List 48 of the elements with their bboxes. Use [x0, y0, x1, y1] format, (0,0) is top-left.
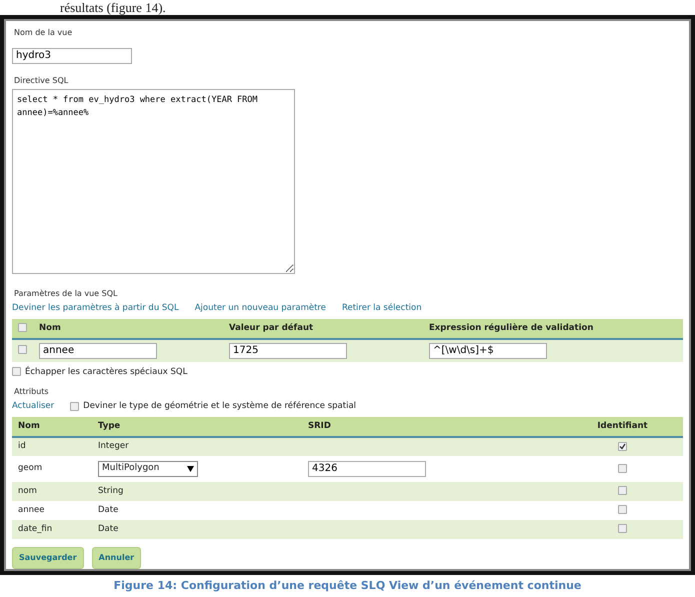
table-cell: Integer — [92, 436, 302, 456]
column-header: Identifiant — [562, 417, 683, 437]
link[interactable]: Deviner les paramètres à partir du SQL — [12, 302, 179, 315]
checkbox-label: Deviner le type de géométrie et le système de référence spatial — [83, 400, 356, 413]
table-cell: date_fin — [12, 520, 92, 539]
text-field[interactable]: 4326 — [308, 460, 426, 477]
checkbox[interactable] — [18, 322, 27, 332]
table-cell: id — [12, 436, 92, 456]
column-header: Nom — [12, 417, 92, 437]
type-dropdown[interactable]: MultiPolygon — [98, 460, 198, 477]
checkbox[interactable] — [618, 442, 627, 451]
checkbox[interactable] — [618, 464, 627, 473]
dropdown-arrow-icon — [187, 464, 194, 474]
checkbox[interactable] — [18, 345, 27, 354]
table-cell: String — [92, 482, 302, 501]
section-label: Paramètres de la vue SQL — [14, 288, 118, 300]
checkbox[interactable] — [618, 486, 627, 496]
checkbox[interactable] — [618, 524, 627, 534]
table-cell: Date — [92, 500, 302, 520]
checkbox[interactable] — [618, 505, 627, 514]
text-field[interactable]: 1725 — [229, 342, 347, 358]
text-field[interactable]: ^[\w\d\s]+$ — [429, 342, 547, 358]
table-cell: Date — [92, 520, 302, 539]
table-cell: nom — [12, 482, 92, 501]
dropdown-value: MultiPolygon — [102, 462, 160, 475]
checkbox[interactable] — [70, 402, 80, 412]
form-button[interactable]: Sauvegarder — [12, 546, 84, 569]
table-cell: annee — [12, 500, 92, 520]
field-label: Directive SQL — [14, 75, 70, 87]
section-label: Attributs — [14, 386, 50, 398]
column-header: SRID — [302, 417, 562, 437]
field-label: Nom de la vue — [14, 27, 74, 39]
checkbox[interactable] — [12, 367, 21, 376]
column-header: Valeur par défaut — [223, 318, 423, 338]
figure-caption: Figure 14: Configuration d’une requête SLQ View d’un événement continue — [112, 578, 582, 594]
refresh-link[interactable]: Actualiser — [12, 400, 54, 413]
document-text: résultats (figure 14). — [59, 0, 167, 15]
text-field[interactable]: hydro3 — [12, 48, 132, 64]
form-button[interactable]: Annuler — [92, 546, 142, 569]
text-field[interactable]: annee — [39, 342, 157, 358]
column-header: Expression régulière de validation — [423, 318, 683, 338]
table-cell: geom — [12, 456, 92, 482]
checkbox-label: Échapper les caractères spéciaux SQL — [25, 366, 188, 378]
column-header: Nom — [33, 318, 223, 338]
link[interactable]: Retirer la sélection — [342, 302, 422, 315]
link[interactable]: Ajouter un nouveau paramètre — [194, 302, 326, 315]
column-header: Type — [92, 417, 302, 437]
sql-text-area[interactable]: select * from ev_hydro3 where extract(YEAR FROM annee)=%annee% — [12, 89, 295, 274]
